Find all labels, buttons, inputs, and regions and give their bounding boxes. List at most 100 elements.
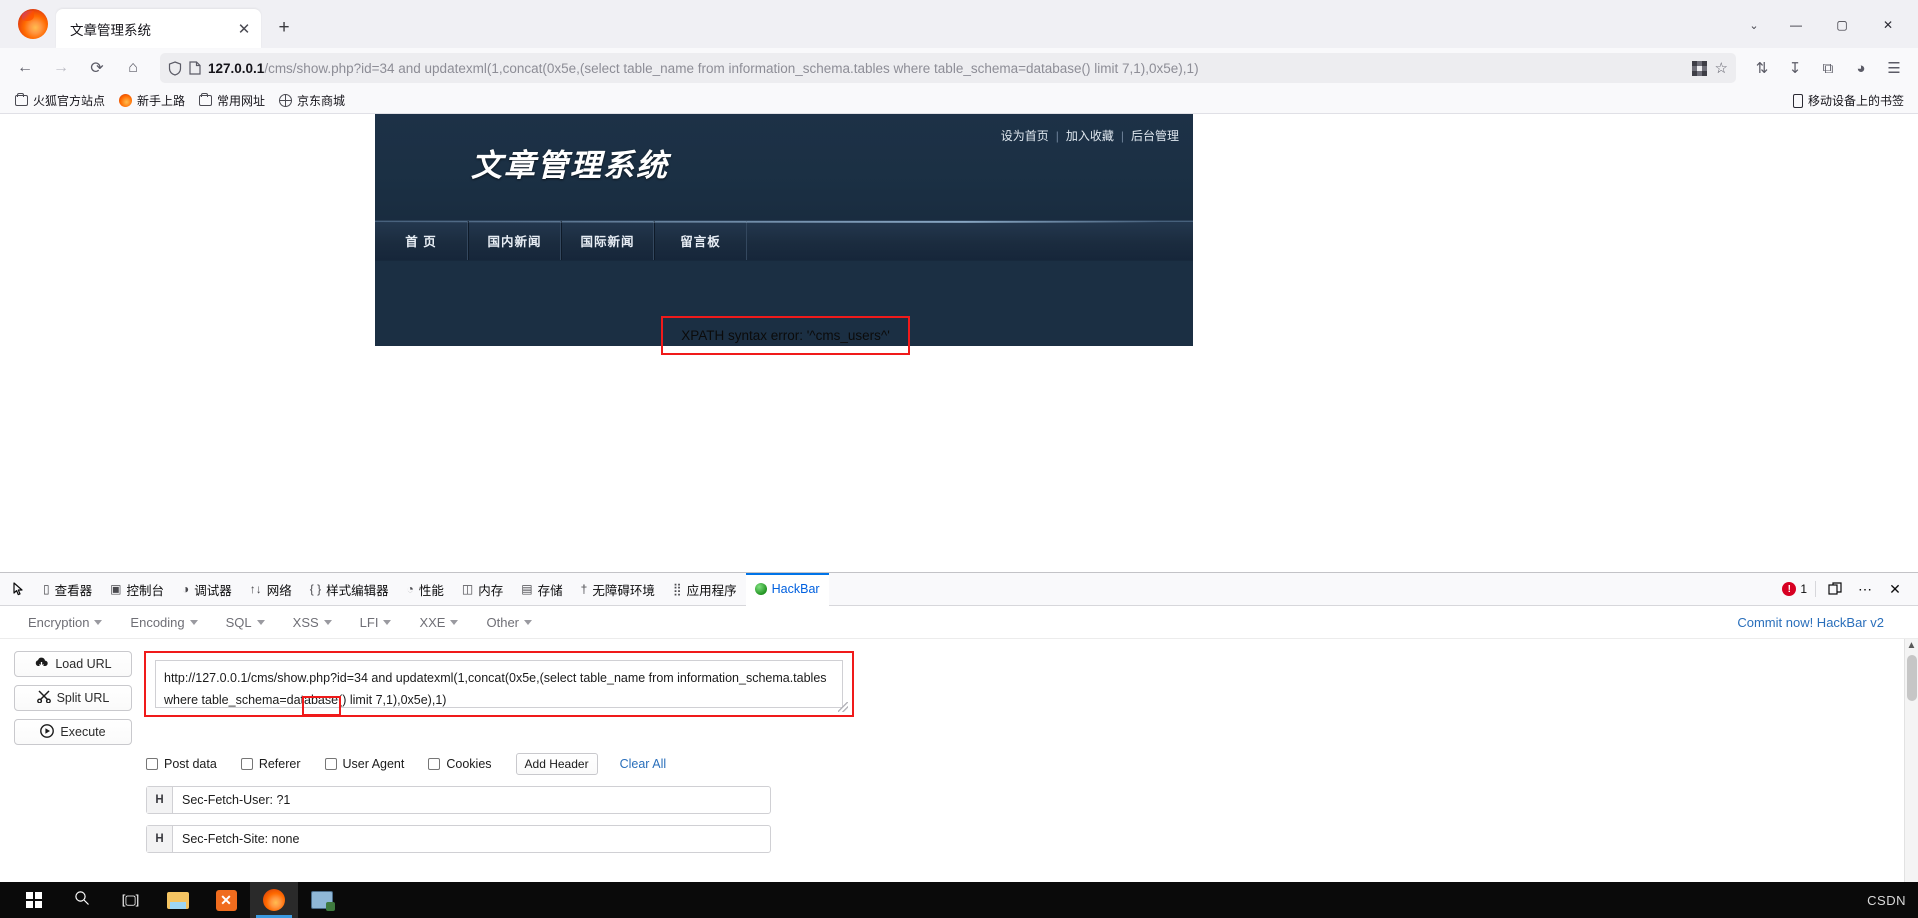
menu-encoding[interactable]: Encoding	[116, 610, 211, 635]
mobile-bookmarks-item[interactable]: 移动设备上的书签	[1792, 92, 1910, 109]
add-header-button[interactable]: Add Header	[515, 753, 598, 775]
search-button[interactable]	[58, 882, 106, 918]
error-count-badge[interactable]: ! 1	[1782, 582, 1807, 596]
header-type-badge: H	[147, 826, 173, 852]
site-nav-item-home[interactable]: 首 页	[375, 221, 468, 260]
tab-label: 内存	[478, 583, 504, 598]
tab-console[interactable]: ▣ 控制台	[101, 573, 173, 606]
menu-encryption[interactable]: Encryption	[14, 610, 116, 635]
browser-tab[interactable]: 文章管理系统 ✕	[56, 9, 261, 48]
dock-panel-icon[interactable]	[1824, 578, 1846, 600]
remote-desktop-button[interactable]	[298, 882, 346, 918]
close-icon[interactable]: ✕	[233, 18, 255, 40]
forward-button[interactable]: →	[44, 52, 78, 84]
resize-handle[interactable]	[838, 702, 848, 712]
maximize-button[interactable]: ▢	[1820, 10, 1864, 40]
header-row[interactable]: H Sec-Fetch-User: ?1	[146, 786, 771, 814]
tab-hackbar[interactable]: HackBar	[745, 572, 829, 606]
minimize-button[interactable]: —	[1774, 10, 1818, 40]
checkbox-box[interactable]	[324, 758, 337, 770]
tab-storage[interactable]: ▤ 存储	[512, 573, 571, 606]
task-view-icon: [▢]	[121, 892, 139, 907]
load-url-button[interactable]: Load URL	[14, 651, 132, 677]
address-bar[interactable]: 127.0.0.1/cms/show.php?id=34 and updatex…	[160, 53, 1736, 83]
commit-link[interactable]: Commit now! HackBar v2	[1737, 615, 1918, 630]
firefox-icon	[263, 889, 285, 911]
checkbox-box[interactable]	[428, 758, 441, 770]
menu-sql[interactable]: SQL	[212, 610, 279, 635]
devtools-scrollbar[interactable]: ▲	[1904, 639, 1918, 883]
chevron-down-icon[interactable]: ⌄	[1736, 11, 1772, 39]
file-explorer-button[interactable]	[154, 882, 202, 918]
admin-link[interactable]: 后台管理	[1131, 127, 1179, 144]
reload-button[interactable]: ⟳	[80, 52, 114, 84]
header-row[interactable]: H Sec-Fetch-Site: none	[146, 825, 771, 853]
checkbox-post-data[interactable]: Post data	[146, 757, 217, 771]
site-nav-item-international-news[interactable]: 国际新闻	[561, 221, 654, 260]
element-picker-icon[interactable]	[4, 575, 34, 603]
hackbar-options: Post data Referer User Agent Cookies Add…	[0, 745, 1918, 775]
tab-network[interactable]: ↑↓ 网络	[241, 573, 301, 606]
inspector-icon: ▯	[43, 582, 50, 596]
new-tab-button[interactable]: +	[269, 13, 299, 43]
header-type-badge: H	[147, 787, 173, 813]
tab-style-editor[interactable]: { } 样式编辑器	[301, 573, 398, 606]
play-icon	[40, 723, 55, 741]
url-textarea[interactable]: http://127.0.0.1/cms/show.php?id=34 and …	[155, 660, 843, 708]
downloads-icon[interactable]: ↧	[1779, 53, 1811, 83]
split-url-button[interactable]: Split URL	[14, 685, 132, 711]
header-value[interactable]: Sec-Fetch-User: ?1	[173, 787, 770, 813]
checkbox-label: Post data	[164, 757, 217, 771]
home-button[interactable]: ⌂	[116, 52, 150, 84]
site-nav-item-guestbook[interactable]: 留言板	[654, 221, 747, 260]
tab-memory[interactable]: ◫ 内存	[453, 573, 512, 606]
tab-accessibility[interactable]: † 无障碍环境	[572, 573, 664, 606]
checkbox-box[interactable]	[240, 758, 253, 770]
execute-button[interactable]: Execute	[14, 719, 132, 745]
close-devtools-icon[interactable]: ✕	[1884, 578, 1906, 600]
scroll-up-arrow[interactable]: ▲	[1905, 639, 1918, 653]
account-icon[interactable]: ◕	[1845, 53, 1877, 83]
scrollbar-thumb[interactable]	[1907, 655, 1917, 701]
checkbox-cookies[interactable]: Cookies	[428, 757, 492, 771]
tab-inspector[interactable]: ▯ 查看器	[34, 573, 101, 606]
header-value[interactable]: Sec-Fetch-Site: none	[173, 826, 770, 852]
debugger-icon: ◑	[181, 582, 190, 596]
scissors-icon	[36, 690, 51, 706]
back-button[interactable]: ←	[8, 52, 42, 84]
add-favorite-link[interactable]: 加入收藏	[1066, 127, 1114, 144]
xampp-button[interactable]: ✕	[202, 882, 250, 918]
bookmark-item[interactable]: 新手上路	[112, 90, 192, 111]
menu-xxe[interactable]: XXE	[405, 610, 472, 635]
menu-lfi[interactable]: LFI	[346, 610, 406, 635]
bookmark-item[interactable]: 火狐官方站点	[8, 90, 112, 111]
tab-application[interactable]: ⣿ 应用程序	[664, 573, 746, 606]
menu-xss[interactable]: XSS	[279, 610, 346, 635]
bookmark-star-icon[interactable]: ☆	[1715, 59, 1728, 77]
qr-code-icon[interactable]	[1691, 60, 1707, 76]
set-homepage-link[interactable]: 设为首页	[1001, 127, 1049, 144]
button-label: Load URL	[55, 657, 112, 671]
menu-other[interactable]: Other	[472, 610, 546, 635]
bookmark-item[interactable]: 京东商城	[272, 90, 352, 111]
remote-desktop-icon	[311, 891, 335, 911]
tab-performance[interactable]: ◔ 性能	[398, 573, 453, 606]
checkbox-box[interactable]	[146, 758, 158, 770]
extensions-icon[interactable]: ⇅	[1746, 53, 1778, 83]
firefox-button[interactable]	[250, 882, 298, 918]
checkbox-user-agent[interactable]: User Agent	[324, 757, 404, 771]
app-menu-icon[interactable]: ☰	[1878, 53, 1910, 83]
close-window-button[interactable]: ✕	[1866, 10, 1910, 40]
screenshot-icon[interactable]: ⧉	[1812, 53, 1844, 83]
tab-debugger[interactable]: ◑ 调试器	[173, 573, 241, 606]
button-label: Split URL	[56, 691, 110, 705]
site-nav-item-domestic-news[interactable]: 国内新闻	[468, 221, 561, 260]
url-text[interactable]: 127.0.0.1/cms/show.php?id=34 and updatex…	[208, 61, 1685, 76]
shield-icon[interactable]	[168, 60, 182, 76]
clear-all-button[interactable]: Clear All	[620, 757, 667, 771]
bookmark-item[interactable]: 常用网址	[192, 90, 272, 111]
start-button[interactable]	[10, 882, 58, 918]
task-view-button[interactable]: [▢]	[106, 882, 154, 918]
checkbox-referer[interactable]: Referer	[240, 757, 301, 771]
more-options-icon[interactable]: ⋯	[1854, 578, 1876, 600]
